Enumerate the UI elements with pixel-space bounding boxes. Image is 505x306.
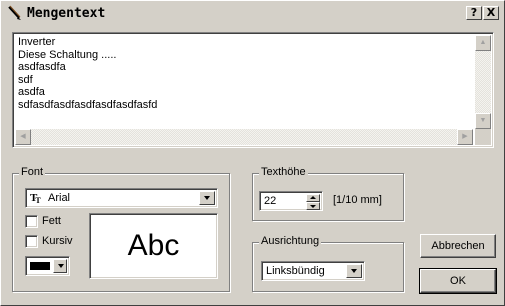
spin-up-icon[interactable] — [306, 194, 320, 202]
spinner-buttons — [306, 194, 320, 210]
alignment-select[interactable]: Linksbündig — [261, 261, 365, 281]
help-button[interactable]: ? — [466, 6, 482, 20]
chevron-down-icon[interactable] — [199, 191, 215, 205]
ok-button[interactable]: OK — [419, 268, 497, 294]
pencil-icon — [6, 5, 22, 21]
text-line[interactable]: asdfa — [18, 86, 474, 99]
text-line[interactable]: Inverter — [18, 36, 474, 49]
font-group-label: Font — [19, 166, 46, 178]
chevron-down-icon[interactable] — [346, 264, 362, 278]
text-height-unit: [1/10 mm] — [333, 194, 382, 206]
truetype-icon: TT — [30, 192, 41, 205]
text-height-label: Texthöhe — [259, 166, 308, 178]
text-line[interactable]: sdfasdfasdfasdfasdfasdfasfd — [18, 99, 474, 112]
dialog-window: Mengentext ? X Inverter Diese Schaltung .… — [0, 0, 505, 306]
text-content[interactable]: Inverter Diese Schaltung ..... asdfasdfa sd… — [18, 36, 474, 128]
vertical-scrollbar[interactable]: ▲ ▼ — [475, 35, 491, 129]
scroll-right-icon[interactable]: ▶ — [457, 129, 473, 145]
preview-text: Abc — [127, 229, 180, 262]
bold-checkbox[interactable] — [25, 215, 38, 228]
alignment-value: Linksbündig — [266, 265, 325, 277]
horizontal-scrollbar[interactable]: ◀ ▶ — [15, 129, 473, 145]
text-height-value: 22 — [264, 195, 277, 207]
font-select[interactable]: TT Arial — [25, 188, 218, 208]
text-line[interactable]: Diese Schaltung ..... — [18, 49, 474, 62]
cancel-button[interactable]: Abbrechen — [420, 234, 496, 258]
color-select[interactable] — [25, 256, 70, 276]
scrollbar-corner — [475, 129, 491, 145]
text-input-area[interactable]: Inverter Diese Schaltung ..... asdfasdfa sd… — [12, 32, 494, 148]
color-swatch — [30, 262, 50, 270]
font-preview: Abc — [89, 213, 218, 279]
italic-label: Kursiv — [42, 235, 73, 247]
font-select-value: Arial — [48, 192, 71, 204]
text-height-spinner[interactable]: 22 — [259, 191, 323, 211]
close-button[interactable]: X — [483, 6, 499, 20]
bold-label: Fett — [42, 215, 61, 227]
title-bar: Mengentext ? X — [3, 3, 502, 23]
scroll-down-icon[interactable]: ▼ — [475, 113, 491, 129]
scroll-up-icon[interactable]: ▲ — [475, 35, 491, 51]
italic-checkbox[interactable] — [25, 235, 38, 248]
window-title: Mengentext — [27, 6, 106, 21]
spin-down-icon[interactable] — [306, 202, 320, 210]
alignment-label: Ausrichtung — [259, 235, 322, 247]
scroll-left-icon[interactable]: ◀ — [15, 129, 31, 145]
text-line[interactable]: sdf — [18, 74, 474, 87]
chevron-down-icon[interactable] — [53, 259, 67, 273]
text-line[interactable]: asdfasdfa — [18, 61, 474, 74]
